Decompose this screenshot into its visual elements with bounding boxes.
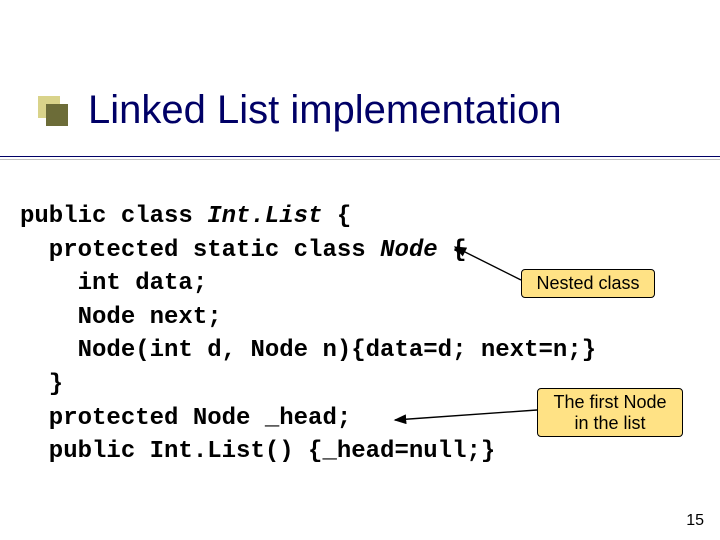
page-title: Linked List implementation: [88, 88, 562, 133]
code-l8: public Int.List() {_head=null;}: [20, 438, 495, 465]
callout-first-node: The first Node in the list: [537, 388, 683, 437]
title-underline: [0, 156, 720, 157]
code-l6: }: [20, 371, 63, 398]
title-block: Linked List implementation: [38, 88, 562, 133]
callout-nested-class: Nested class: [521, 269, 655, 298]
title-underline-shadow: [0, 159, 720, 160]
code-l2a: protected static class: [20, 237, 380, 264]
code-l7: protected Node _head;: [20, 405, 351, 432]
code-l3: int data;: [20, 270, 207, 297]
page-number: 15: [686, 512, 704, 530]
code-l4: Node next;: [20, 304, 222, 331]
code-l1b: Int.List: [207, 203, 322, 230]
code-l2b: Node: [380, 237, 438, 264]
code-l5: Node(int d, Node n){data=d; next=n;}: [20, 337, 596, 364]
code-l1c: {: [322, 203, 351, 230]
title-bullet-icon: [38, 96, 68, 126]
code-l2c: {: [438, 237, 467, 264]
code-l1a: public class: [20, 203, 207, 230]
code-block: public class Int.List { protected static…: [20, 200, 596, 469]
slide: Linked List implementation public class …: [0, 0, 720, 540]
